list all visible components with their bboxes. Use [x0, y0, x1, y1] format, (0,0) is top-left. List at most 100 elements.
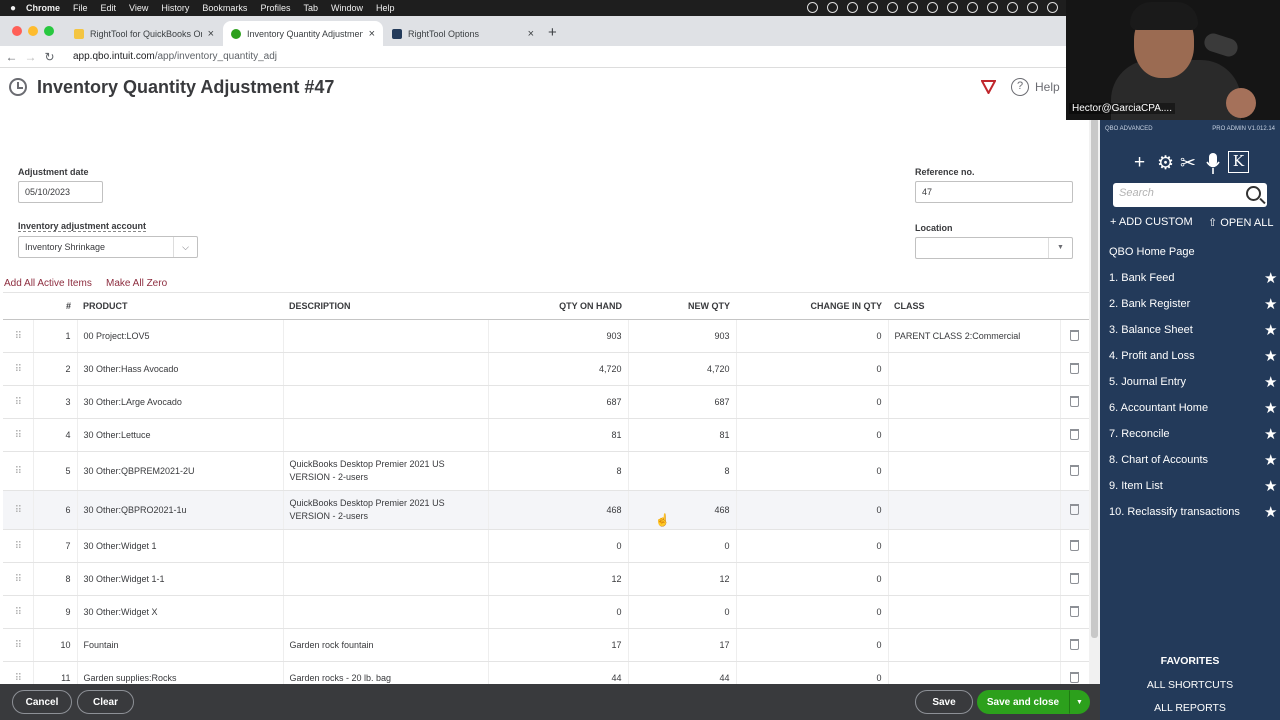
- description-cell[interactable]: Garden rock fountain: [283, 628, 489, 662]
- trash-icon[interactable]: [1070, 503, 1080, 515]
- tab-righttool-options[interactable]: RightTool Options ×: [384, 21, 542, 46]
- menu-bookmarks[interactable]: Bookmarks: [202, 3, 247, 13]
- delete-row-cell[interactable]: [1060, 418, 1089, 452]
- plus-icon[interactable]: +: [1134, 152, 1145, 174]
- trash-icon[interactable]: [1070, 395, 1080, 407]
- class-cell[interactable]: [888, 529, 1061, 563]
- new-qty-cell[interactable]: 17: [628, 628, 737, 662]
- page-scrollbar[interactable]: [1089, 108, 1100, 684]
- sidebar-item-home[interactable]: QBO Home Page: [1109, 246, 1195, 258]
- cancel-button[interactable]: Cancel: [12, 690, 72, 714]
- menu-profiles[interactable]: Profiles: [260, 3, 290, 13]
- description-cell[interactable]: QuickBooks Desktop Premier 2021 US VERSI…: [283, 451, 489, 491]
- favorite-star-icon[interactable]: ★: [1264, 269, 1277, 287]
- product-cell[interactable]: Fountain: [77, 628, 284, 662]
- description-cell[interactable]: [283, 418, 489, 452]
- change-in-qty-cell[interactable]: 0: [736, 562, 889, 596]
- tray-icon[interactable]: [1027, 2, 1038, 13]
- gear-icon[interactable]: ⚙: [1157, 152, 1174, 175]
- new-qty-cell[interactable]: 903: [628, 319, 737, 353]
- trash-icon[interactable]: [1070, 572, 1080, 584]
- trash-icon[interactable]: [1070, 329, 1080, 341]
- forward-icon[interactable]: →: [23, 50, 38, 64]
- tab-inventory-adjustment[interactable]: Inventory Quantity Adjustment ×: [223, 21, 383, 46]
- trash-icon[interactable]: [1070, 464, 1080, 476]
- trash-icon[interactable]: [1070, 671, 1080, 683]
- clear-button[interactable]: Clear: [77, 690, 134, 714]
- delete-row-cell[interactable]: [1060, 562, 1089, 596]
- sidebar-shortcut-item[interactable]: 10. Reclassify transactions: [1109, 506, 1240, 518]
- reference-no-field[interactable]: 47: [915, 181, 1073, 203]
- delete-row-cell[interactable]: [1060, 595, 1089, 629]
- sidebar-shortcut-item[interactable]: 8. Chart of Accounts: [1109, 454, 1208, 466]
- change-in-qty-cell[interactable]: 0: [736, 385, 889, 419]
- sidebar-shortcut-item[interactable]: 1. Bank Feed: [1109, 272, 1174, 284]
- favorite-star-icon[interactable]: ★: [1264, 321, 1277, 339]
- tray-icon[interactable]: [967, 2, 978, 13]
- new-qty-cell[interactable]: 0: [628, 595, 737, 629]
- new-tab-icon[interactable]: +: [548, 24, 557, 41]
- product-cell[interactable]: 30 Other:Widget 1-1: [77, 562, 284, 596]
- tray-icon[interactable]: [907, 2, 918, 13]
- favorite-star-icon[interactable]: ★: [1264, 477, 1277, 495]
- maximize-window-icon[interactable]: [44, 26, 54, 36]
- drag-handle-icon[interactable]: ⠿: [3, 418, 34, 452]
- close-tab-icon[interactable]: ×: [208, 28, 214, 40]
- new-qty-cell[interactable]: 0: [628, 529, 737, 563]
- class-cell[interactable]: [888, 385, 1061, 419]
- favorite-star-icon[interactable]: ★: [1264, 347, 1277, 365]
- favorite-star-icon[interactable]: ★: [1264, 295, 1277, 313]
- menu-help[interactable]: Help: [376, 3, 395, 13]
- sidebar-shortcut-item[interactable]: 6. Accountant Home: [1109, 402, 1208, 414]
- description-cell[interactable]: QuickBooks Desktop Premier 2021 US VERSI…: [283, 490, 489, 530]
- change-in-qty-cell[interactable]: 0: [736, 352, 889, 386]
- description-cell[interactable]: [283, 595, 489, 629]
- help-icon[interactable]: ?: [1011, 78, 1029, 96]
- tray-icon[interactable]: [987, 2, 998, 13]
- back-icon[interactable]: ←: [4, 50, 19, 64]
- new-qty-cell[interactable]: 8: [628, 451, 737, 491]
- delete-row-cell[interactable]: [1060, 451, 1089, 491]
- favorite-star-icon[interactable]: ★: [1264, 399, 1277, 417]
- favorite-star-icon[interactable]: ★: [1264, 373, 1277, 391]
- table-row[interactable]: ⠿ 4 30 Other:Lettuce 81 81 0: [3, 418, 1089, 452]
- sidebar-shortcut-item[interactable]: 2. Bank Register: [1109, 298, 1190, 310]
- change-in-qty-cell[interactable]: 0: [736, 490, 889, 530]
- new-qty-cell[interactable]: 687: [628, 385, 737, 419]
- class-cell[interactable]: [888, 490, 1061, 530]
- favorite-star-icon[interactable]: ★: [1264, 451, 1277, 469]
- table-row[interactable]: ⠿ 1 00 Project:LOV5 903 903 0 PARENT CLASS 2:C…: [3, 319, 1089, 353]
- new-qty-cell[interactable]: 4,720: [628, 352, 737, 386]
- product-cell[interactable]: 00 Project:LOV5: [77, 319, 284, 353]
- close-tab-icon[interactable]: ×: [369, 28, 375, 40]
- new-qty-cell[interactable]: 12: [628, 562, 737, 596]
- tray-icon[interactable]: [807, 2, 818, 13]
- tray-icon[interactable]: [1047, 2, 1058, 13]
- menu-window[interactable]: Window: [331, 3, 363, 13]
- tools-icon[interactable]: ✂: [1180, 152, 1196, 175]
- tray-icon[interactable]: [847, 2, 858, 13]
- description-cell[interactable]: [283, 352, 489, 386]
- menu-view[interactable]: View: [129, 3, 148, 13]
- open-all-link[interactable]: ⇧ OPEN ALL: [1208, 216, 1273, 229]
- product-cell[interactable]: 30 Other:Hass Avocado: [77, 352, 284, 386]
- trash-icon[interactable]: [1070, 362, 1080, 374]
- tray-icon[interactable]: [867, 2, 878, 13]
- inventory-account-select[interactable]: Inventory Shrinkage ⌵: [18, 236, 198, 258]
- menu-tab[interactable]: Tab: [303, 3, 318, 13]
- drag-handle-icon[interactable]: ⠿: [3, 529, 34, 563]
- class-cell[interactable]: [888, 352, 1061, 386]
- table-row[interactable]: ⠿ 3 30 Other:LArge Avocado 687 687 0: [3, 385, 1089, 419]
- drag-handle-icon[interactable]: ⠿: [3, 451, 34, 491]
- caret-down-icon[interactable]: ▼: [1048, 238, 1072, 258]
- product-cell[interactable]: 30 Other:Widget 1: [77, 529, 284, 563]
- drag-handle-icon[interactable]: ⠿: [3, 562, 34, 596]
- url-field[interactable]: app.qbo.intuit.com/app/inventory_quantit…: [73, 51, 277, 62]
- save-and-close-button[interactable]: Save and close: [977, 690, 1069, 714]
- menu-file[interactable]: File: [73, 3, 88, 13]
- k-icon[interactable]: K: [1228, 151, 1249, 173]
- save-button[interactable]: Save: [915, 690, 973, 714]
- tray-icon[interactable]: [827, 2, 838, 13]
- close-tab-icon[interactable]: ×: [528, 28, 534, 40]
- microphone-icon[interactable]: [1206, 153, 1220, 175]
